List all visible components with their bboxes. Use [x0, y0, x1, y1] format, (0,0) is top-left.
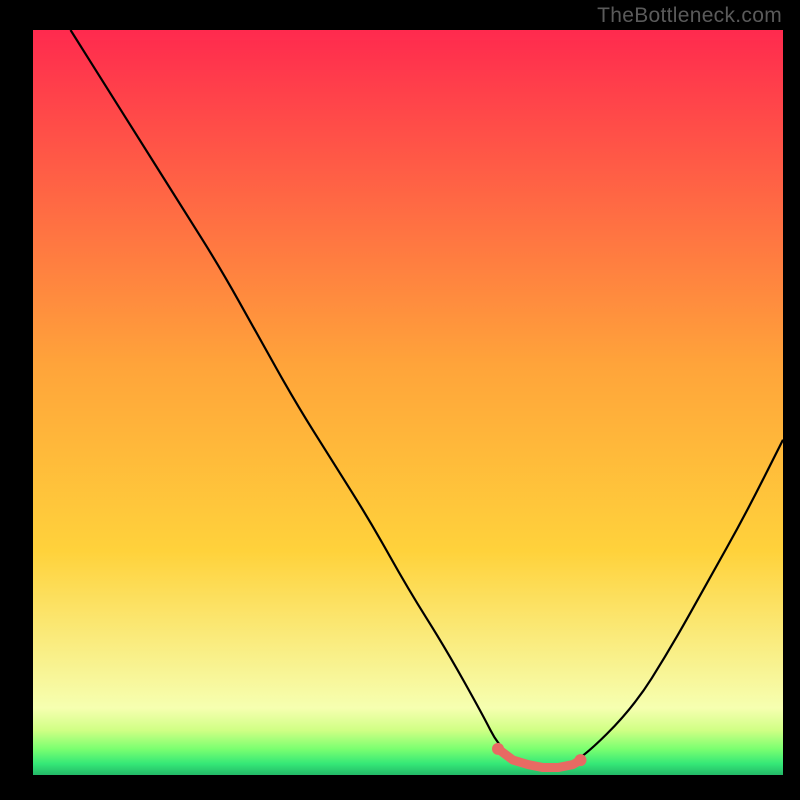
- minimum-marker-end: [575, 754, 587, 766]
- plot-background: [33, 30, 783, 775]
- watermark-text: TheBottleneck.com: [597, 4, 782, 28]
- chart-stage: TheBottleneck.com: [0, 0, 800, 800]
- minimum-marker-start: [492, 743, 504, 755]
- bottleneck-chart: [0, 0, 800, 800]
